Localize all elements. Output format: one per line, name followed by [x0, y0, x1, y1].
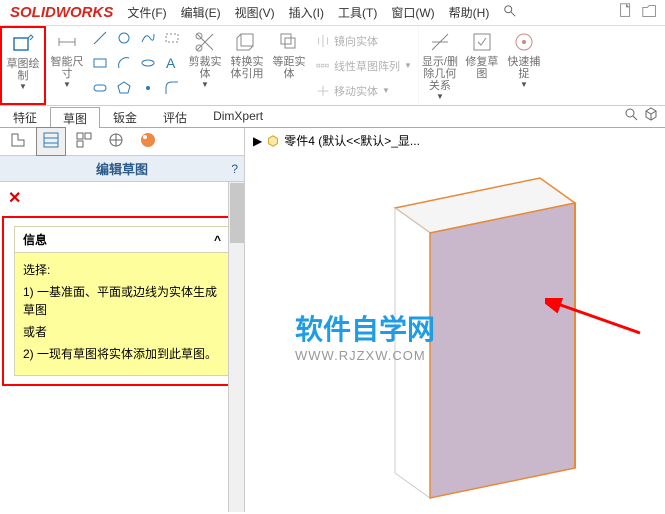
chevron-down-icon[interactable]: ▼: [520, 80, 528, 89]
info-select-label: 选择:: [23, 261, 221, 279]
circle-icon[interactable]: [116, 30, 132, 49]
help-icon[interactable]: ?: [231, 162, 238, 176]
app-logo: SOLIDWORKS: [0, 2, 121, 23]
line-icon[interactable]: [92, 30, 108, 49]
tab-feature[interactable]: 特征: [0, 106, 50, 127]
offset-button[interactable]: 等距实 体: [268, 26, 310, 105]
tab-dimxpert[interactable]: DimXpert: [200, 106, 276, 127]
app-name: SOLIDWORKS: [10, 4, 113, 21]
ribbon-toolbar: 草图绘 制 ▼ 智能尺 寸 ▼ A 剪裁实 体 ▼: [0, 26, 665, 106]
collapse-chevron-icon[interactable]: ^: [214, 233, 221, 247]
watermark-url: WWW.RJZXW.COM: [295, 348, 435, 363]
display-label: 显示/删 除几何 关系: [422, 56, 458, 92]
main-menu: 文件(F) 编辑(E) 视图(V) 插入(I) 工具(T) 窗口(W) 帮助(H…: [121, 2, 523, 23]
chevron-down-icon[interactable]: ▼: [436, 92, 444, 101]
menu-window[interactable]: 窗口(W): [385, 2, 440, 23]
fillet-icon[interactable]: [164, 80, 180, 99]
property-manager-panel: 编辑草图 ? ✕ 信息 ^ 选择: 1) 一基准面、平面或边线为实体生成草图 或…: [0, 128, 245, 512]
open-doc-icon[interactable]: [641, 2, 659, 23]
spline-icon[interactable]: [140, 30, 156, 49]
scrollbar-thumb[interactable]: [230, 183, 244, 243]
part-name[interactable]: 零件4 (默认<<默认>_显...: [284, 132, 420, 149]
tab-evaluate[interactable]: 评估: [150, 106, 200, 127]
repair-button[interactable]: 修复草 图: [461, 26, 503, 105]
ellipse-icon[interactable]: [140, 55, 156, 74]
expand-arrow-icon[interactable]: ▶: [253, 134, 262, 148]
arc-icon[interactable]: [116, 55, 132, 74]
zoom-fit-icon[interactable]: [623, 106, 639, 125]
appearance-tab-icon[interactable]: [134, 128, 162, 155]
panel-title: 编辑草图: [96, 159, 148, 178]
offset-label: 等距实 体: [273, 56, 306, 80]
smart-dimension-button[interactable]: 智能尺 寸 ▼: [46, 26, 88, 105]
menu-tools[interactable]: 工具(T): [332, 2, 383, 23]
linear-row[interactable]: 线性草图阵列▼: [316, 58, 412, 74]
rect-icon[interactable]: [92, 55, 108, 74]
trim-label: 剪裁实 体: [189, 56, 222, 80]
trim-button[interactable]: 剪裁实 体 ▼: [184, 26, 226, 105]
smartdim-label: 智能尺 寸: [51, 56, 84, 80]
featuretree-tab-icon[interactable]: [4, 128, 32, 155]
view-cube-icon[interactable]: [643, 106, 659, 125]
chevron-down-icon[interactable]: ▼: [201, 80, 209, 89]
menu-insert[interactable]: 插入(I): [283, 2, 330, 23]
slot-icon[interactable]: [92, 80, 108, 99]
info-panel: 信息 ^ 选择: 1) 一基准面、平面或边线为实体生成草图 或者 2) 一现有草…: [14, 226, 230, 376]
info-option-2: 2) 一现有草图将实体添加到此草图。: [23, 345, 221, 363]
chevron-down-icon[interactable]: ▼: [19, 82, 27, 91]
dimxpert-tab-icon[interactable]: [102, 128, 130, 155]
configmanager-tab-icon[interactable]: [70, 128, 98, 155]
info-highlight-box: 信息 ^ 选择: 1) 一基准面、平面或边线为实体生成草图 或者 2) 一现有草…: [2, 216, 242, 386]
polygon-icon[interactable]: [116, 80, 132, 99]
chevron-down-icon[interactable]: ▼: [63, 80, 71, 89]
convert-label: 转换实 体引用: [231, 56, 264, 80]
point-icon[interactable]: [140, 80, 156, 99]
flyout-tree[interactable]: ▶ 零件4 (默认<<默认>_显...: [253, 132, 420, 149]
close-button[interactable]: ✕: [0, 182, 244, 214]
watermark: 软件自学网 WWW.RJZXW.COM: [295, 308, 435, 363]
tab-sketch[interactable]: 草图: [50, 107, 100, 128]
info-header[interactable]: 信息 ^: [15, 227, 229, 253]
repair-label: 修复草 图: [465, 56, 498, 80]
tab-sheetmetal[interactable]: 钣金: [100, 106, 150, 127]
panel-tab-bar: [0, 128, 244, 156]
menu-help[interactable]: 帮助(H): [443, 2, 496, 23]
graphics-viewport[interactable]: ▶ 零件4 (默认<<默认>_显... 软件自学网 WWW.RJZXW.COM: [245, 128, 665, 512]
menu-file[interactable]: 文件(F): [121, 2, 172, 23]
command-tabs: 特征 草图 钣金 评估 DimXpert: [0, 106, 665, 128]
rapid-snap-button[interactable]: 快速捕 捉 ▼: [503, 26, 545, 105]
panel-scrollbar[interactable]: [228, 182, 244, 512]
sketch-label: 草图绘 制: [7, 58, 40, 82]
menu-view[interactable]: 视图(V): [229, 2, 281, 23]
rapid-label: 快速捕 捉: [507, 56, 540, 80]
menu-edit[interactable]: 编辑(E): [175, 2, 227, 23]
info-or: 或者: [23, 323, 221, 341]
rect-dashed-icon[interactable]: [164, 30, 180, 49]
display-relations-button[interactable]: 显示/删 除几何 关系 ▼: [419, 26, 461, 105]
info-body: 选择: 1) 一基准面、平面或边线为实体生成草图 或者 2) 一现有草图将实体添…: [15, 253, 229, 375]
mirror-row[interactable]: 镜向实体: [316, 33, 378, 49]
info-title: 信息: [23, 231, 47, 248]
new-doc-icon[interactable]: [617, 2, 635, 23]
quick-access-toolbar: [617, 2, 659, 23]
svg-text:A: A: [166, 55, 176, 71]
menu-search-icon[interactable]: [497, 2, 523, 23]
top-menubar: SOLIDWORKS 文件(F) 编辑(E) 视图(V) 插入(I) 工具(T)…: [0, 0, 665, 26]
workspace: 编辑草图 ? ✕ 信息 ^ 选择: 1) 一基准面、平面或边线为实体生成草图 或…: [0, 128, 665, 512]
text-icon[interactable]: A: [164, 55, 180, 74]
move-row[interactable]: 移动实体▼: [316, 83, 390, 99]
info-option-1: 1) 一基准面、平面或边线为实体生成草图: [23, 283, 221, 319]
propertymanager-tab-icon[interactable]: [36, 127, 66, 156]
sketch-tools-grid: A: [88, 26, 184, 105]
panel-header: 编辑草图 ?: [0, 156, 244, 182]
annotation-arrow-icon: [545, 298, 645, 338]
convert-button[interactable]: 转换实 体引用: [226, 26, 268, 105]
part-icon: [266, 134, 280, 148]
watermark-text: 软件自学网: [295, 308, 435, 348]
sketch-button[interactable]: 草图绘 制 ▼: [0, 26, 46, 105]
pattern-group: 镜向实体 线性草图阵列▼ 移动实体▼: [310, 26, 419, 105]
